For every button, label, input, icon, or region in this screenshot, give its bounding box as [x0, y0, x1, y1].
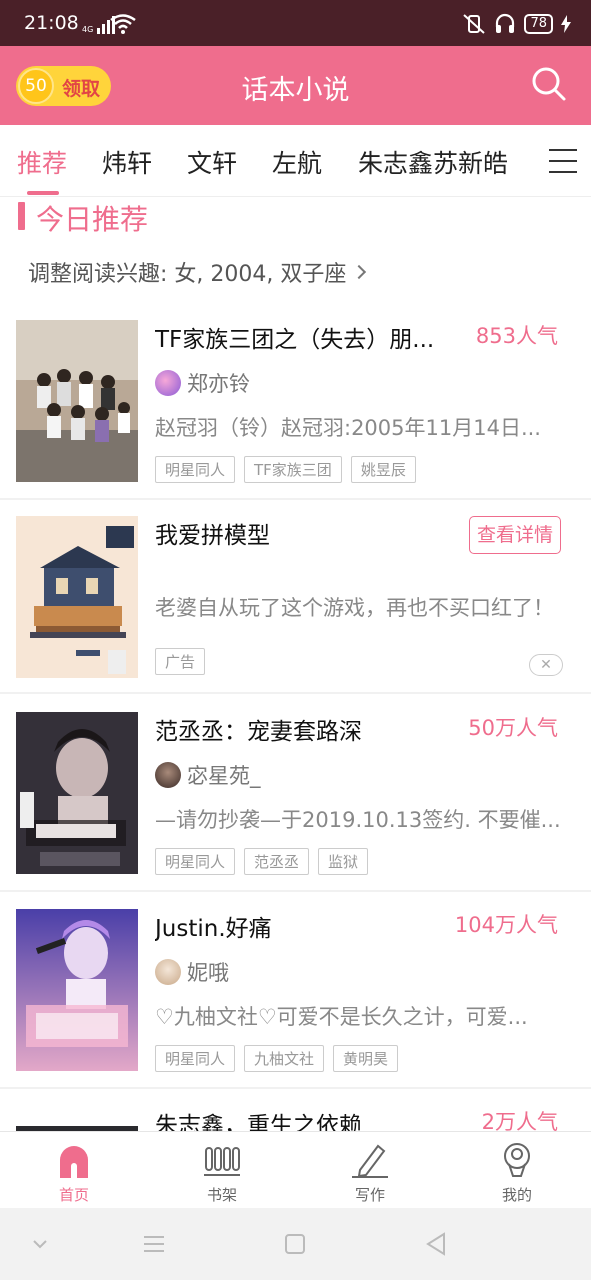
tag[interactable]: 黄明昊	[333, 1045, 399, 1072]
author-name: 郑亦铃	[187, 372, 250, 396]
book-description: ♡九柚文社♡可爱不是长久之计，可爱...	[155, 1005, 528, 1029]
wifi-icon	[110, 14, 136, 34]
author-avatar	[155, 370, 181, 396]
popularity: 853人气	[475, 324, 558, 348]
author[interactable]: 宓星苑_	[155, 760, 261, 790]
ad-image	[16, 516, 138, 678]
chevron-down-icon[interactable]	[26, 1230, 54, 1258]
search-icon[interactable]	[531, 66, 567, 102]
book-cover	[16, 320, 138, 482]
tag[interactable]: 九柚文社	[244, 1045, 325, 1072]
tag[interactable]: 明星同人	[155, 456, 236, 483]
book-card[interactable]: 范丞丞：宠妻套路深 50万人气 宓星苑_ —请勿抄袭—于2019.10.13签约…	[0, 712, 591, 892]
home-key-icon[interactable]	[281, 1230, 309, 1258]
section-title-text: 今日推荐	[36, 203, 149, 236]
ad-tag-list: 广告	[155, 648, 206, 675]
menu-key-icon[interactable]	[140, 1230, 168, 1258]
mute-vibrate-icon	[463, 14, 486, 34]
author[interactable]: 妮哦	[155, 957, 229, 987]
adjust-interest-link[interactable]: 调整阅读兴趣: 女, 2004, 双子座	[28, 256, 367, 288]
system-nav-bar	[0, 1208, 591, 1280]
status-time: 21:08	[24, 12, 79, 34]
nav-profile[interactable]: 我的	[457, 1132, 577, 1209]
ad-card[interactable]: 我爱拼模型 查看详情 老婆自从玩了这个游戏，再也不买口红了！ 广告 ✕	[0, 516, 591, 694]
pencil-icon	[352, 1144, 388, 1178]
category-tabs: 推荐 炜轩 文轩 左航 朱志鑫苏新皓	[0, 125, 591, 197]
tag[interactable]: TF家族三团	[244, 456, 342, 483]
app-header: 50 领取 话本小说	[0, 46, 591, 125]
bottom-nav: 首页 书架 写作 我的	[0, 1131, 591, 1208]
nav-bookshelf[interactable]: 书架	[162, 1132, 282, 1209]
popularity: 2万人气	[481, 1110, 558, 1131]
book-description: 赵冠羽（铃）赵冠羽:2005年11月14日...	[155, 416, 541, 440]
book-title: 朱志鑫，重生之依赖	[155, 1113, 362, 1131]
nav-home[interactable]: 首页	[14, 1132, 134, 1209]
author[interactable]: 郑亦铃	[155, 368, 250, 398]
menu-icon[interactable]	[549, 149, 577, 175]
nav-bookshelf-label: 书架	[206, 1186, 237, 1204]
book-card[interactable]: TF家族三团之（失去）朋... 853人气 郑亦铃 赵冠羽（铃）赵冠羽:2005…	[0, 320, 591, 500]
app-title: 话本小说	[241, 75, 350, 106]
book-cover	[16, 909, 138, 1071]
popularity: 104万人气	[454, 913, 558, 937]
active-tab-indicator	[27, 191, 59, 195]
author-avatar	[155, 959, 181, 985]
view-details-button[interactable]: 查看详情	[469, 516, 561, 554]
ad-description: 老婆自从玩了这个游戏，再也不买口红了！	[155, 596, 554, 620]
status-bar: 21:08 4G 78	[0, 0, 591, 46]
tag[interactable]: 明星同人	[155, 848, 236, 875]
tag[interactable]: 明星同人	[155, 1045, 236, 1072]
tag[interactable]: 姚昱辰	[350, 456, 416, 483]
author-name: 宓星苑_	[187, 764, 261, 788]
network-type: 4G	[82, 25, 94, 34]
book-card[interactable]: Justin.好痛 104万人气 妮哦 ♡九柚文社♡可爱不是长久之计，可爱...…	[0, 909, 591, 1089]
book-title: Justin.好痛	[155, 916, 272, 942]
ad-title: 我爱拼模型	[155, 523, 270, 549]
tag-list: 明星同人 TF家族三团 姚昱辰	[155, 456, 416, 483]
charging-icon	[561, 15, 571, 33]
popularity: 50万人气	[468, 716, 558, 740]
tag[interactable]: 监狱	[318, 848, 369, 875]
book-description: —请勿抄袭—于2019.10.13签约. 不要催...	[155, 808, 561, 832]
tab-zuohang[interactable]: 左航	[272, 144, 322, 180]
home-icon	[60, 1146, 88, 1178]
close-ad-button[interactable]: ✕	[529, 654, 563, 676]
nav-profile-label: 我的	[501, 1186, 532, 1204]
profile-icon	[504, 1143, 530, 1177]
back-key-icon[interactable]	[422, 1230, 450, 1258]
headphones-icon	[496, 13, 515, 33]
author-name: 妮哦	[187, 961, 229, 985]
book-card[interactable]: 朱志鑫，重生之依赖 2万人气	[0, 1106, 591, 1131]
bookshelf-icon	[204, 1147, 240, 1176]
section-accent-bar	[18, 202, 25, 230]
nav-write[interactable]: 写作	[310, 1132, 430, 1209]
tab-weixuan[interactable]: 炜轩	[102, 144, 152, 180]
tag-list: 明星同人 范丞丞 监狱	[155, 848, 369, 875]
tab-zhuzhixin-suxinhao[interactable]: 朱志鑫苏新皓	[358, 144, 508, 180]
tag[interactable]: 范丞丞	[244, 848, 310, 875]
nav-home-label: 首页	[58, 1186, 89, 1204]
book-title: TF家族三团之（失去）朋...	[155, 327, 435, 353]
nav-write-label: 写作	[354, 1186, 385, 1204]
tab-recommend[interactable]: 推荐	[17, 144, 67, 180]
book-title: 范丞丞：宠妻套路深	[155, 719, 362, 745]
battery-indicator: 78	[524, 14, 553, 34]
ad-label: 广告	[155, 648, 206, 675]
tab-wenxuan[interactable]: 文轩	[187, 144, 237, 180]
chevron-right-icon	[352, 264, 367, 280]
author-avatar	[155, 762, 181, 788]
interest-text: 调整阅读兴趣: 女, 2004, 双子座	[28, 262, 347, 287]
tag-list: 明星同人 九柚文社 黄明昊	[155, 1045, 399, 1072]
book-cover	[16, 712, 138, 874]
